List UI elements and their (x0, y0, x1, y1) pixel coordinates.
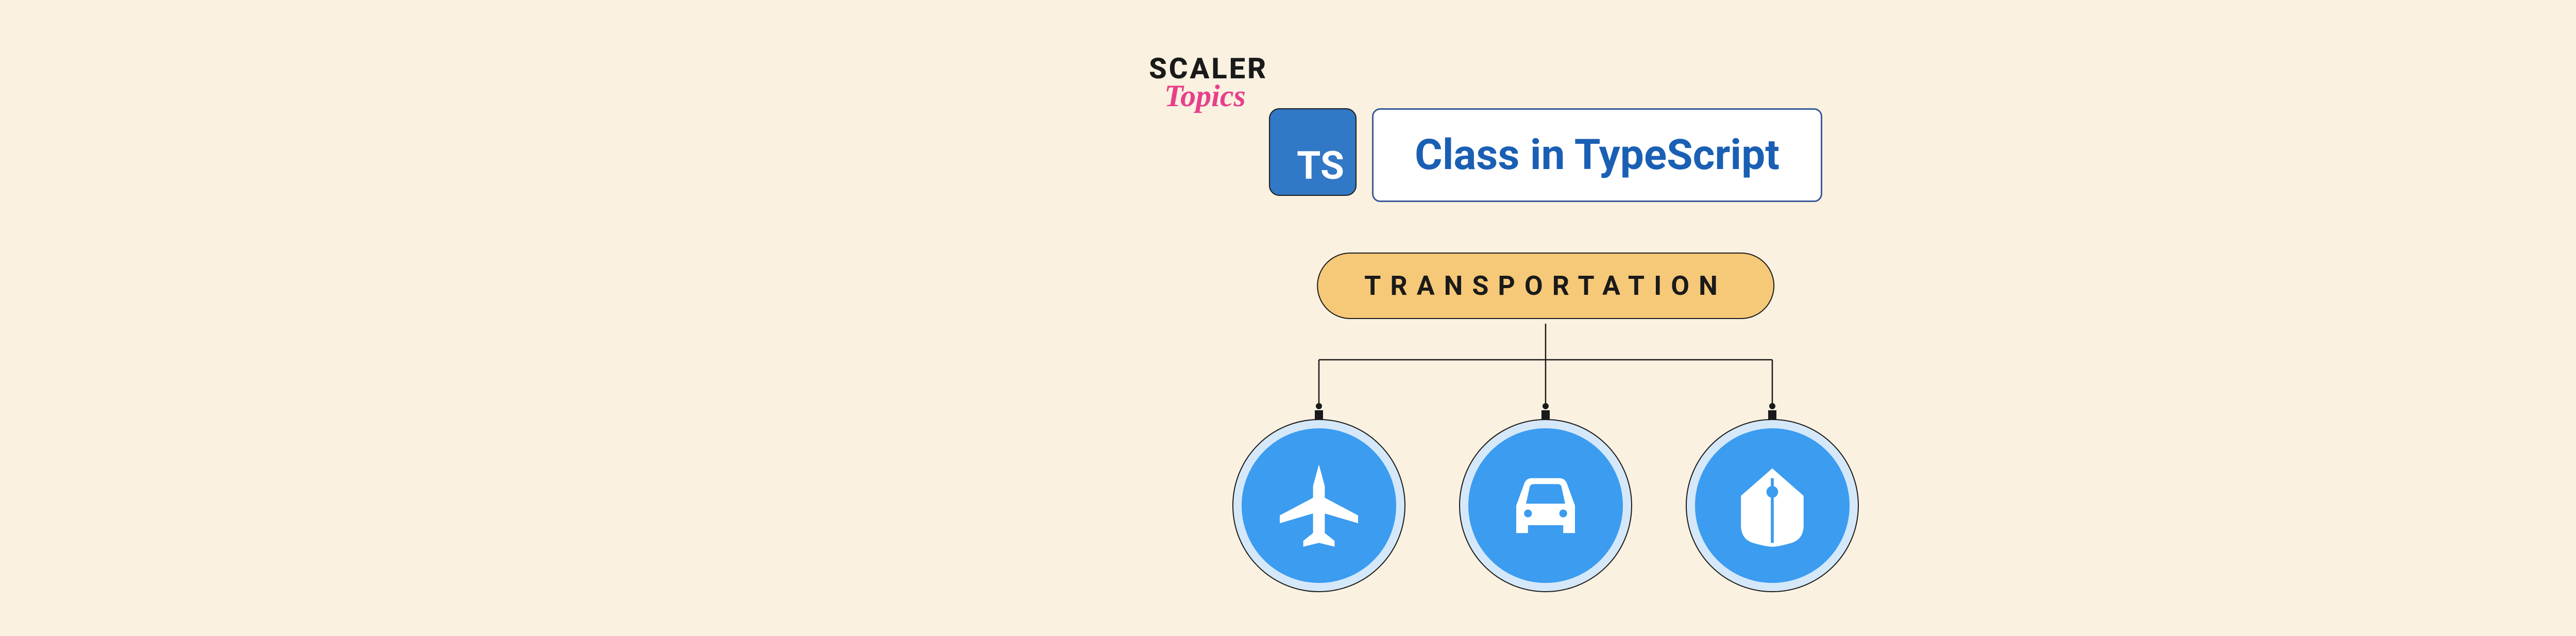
car-icon (1497, 457, 1595, 555)
diagram-root-node: TRANSPORTATION (1317, 253, 1774, 319)
diagram-children (1233, 420, 1858, 591)
typescript-badge-text: TS (1297, 147, 1344, 186)
title-box: Class in TypeScript (1372, 108, 1822, 202)
typescript-badge: TS (1269, 108, 1357, 196)
child-node-car (1460, 420, 1631, 591)
diagram-connectors (1257, 324, 1834, 422)
page-title: Class in TypeScript (1415, 130, 1780, 180)
ship-icon (1723, 457, 1821, 555)
child-node-airplane (1233, 420, 1404, 591)
header-bar: TS Class in TypeScript (1269, 108, 1822, 202)
child-node-ship (1687, 420, 1858, 591)
airplane-icon (1270, 457, 1368, 555)
scaler-topics-logo: SCALER Topics (1149, 52, 1268, 114)
diagram-root-label: TRANSPORTATION (1364, 270, 1727, 302)
